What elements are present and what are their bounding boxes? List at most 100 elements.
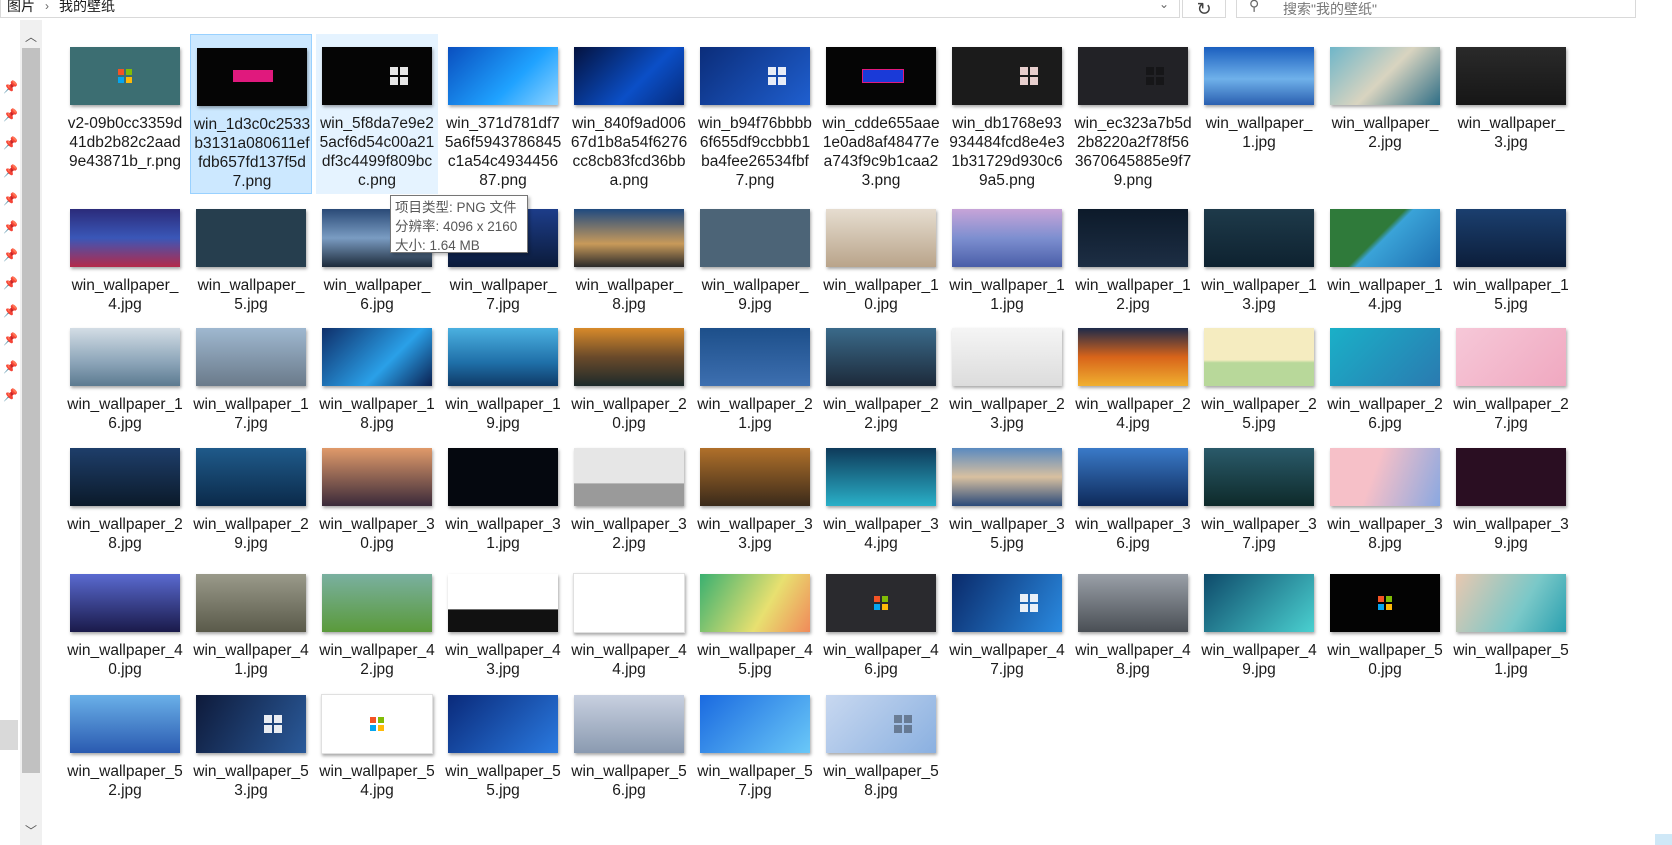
file-item[interactable]: win_wallpaper_51.jpg: [1450, 561, 1572, 679]
breadcrumb-item-pictures[interactable]: 图片: [7, 0, 35, 13]
file-name: win_wallpaper_58.jpg: [823, 763, 939, 799]
file-item[interactable]: win_wallpaper_14.jpg: [1324, 196, 1446, 314]
scroll-down-icon[interactable]: ﹀: [20, 820, 42, 842]
file-item[interactable]: win_wallpaper_49.jpg: [1198, 561, 1320, 679]
file-item[interactable]: win_wallpaper_57.jpg: [694, 682, 816, 800]
file-item[interactable]: win_wallpaper_43.jpg: [442, 561, 564, 679]
file-item[interactable]: win_wallpaper_56.jpg: [568, 682, 690, 800]
file-item[interactable]: win_wallpaper_1.jpg: [1198, 34, 1320, 194]
file-item[interactable]: win_wallpaper_10.jpg: [820, 196, 942, 314]
file-item[interactable]: win_wallpaper_18.jpg: [316, 315, 438, 433]
breadcrumb-item-wallpapers[interactable]: 我的壁纸: [59, 0, 115, 13]
file-item[interactable]: win_wallpaper_11.jpg: [946, 196, 1068, 314]
file-item[interactable]: win_wallpaper_40.jpg: [64, 561, 186, 679]
file-thumbnail: [574, 448, 684, 506]
nav-selected-item[interactable]: [0, 720, 18, 750]
file-item[interactable]: win_wallpaper_21.jpg: [694, 315, 816, 433]
address-bar[interactable]: 图片 › 我的壁纸 ⌄: [0, 0, 1180, 18]
file-item[interactable]: win_wallpaper_47.jpg: [946, 561, 1068, 679]
file-item[interactable]: win_wallpaper_23.jpg: [946, 315, 1068, 433]
nav-scrollbar[interactable]: ︿ ﹀: [20, 20, 42, 845]
file-item[interactable]: win_wallpaper_17.jpg: [190, 315, 312, 433]
file-item[interactable]: win_wallpaper_52.jpg: [64, 682, 186, 800]
file-item[interactable]: win_wallpaper_3.jpg: [1450, 34, 1572, 194]
file-name: win_wallpaper_57.jpg: [697, 763, 813, 799]
file-item[interactable]: win_wallpaper_33.jpg: [694, 435, 816, 553]
refresh-button[interactable]: ↻: [1182, 0, 1226, 19]
file-name: win_wallpaper_29.jpg: [193, 516, 309, 552]
file-item[interactable]: win_wallpaper_48.jpg: [1072, 561, 1194, 679]
file-item[interactable]: win_wallpaper_31.jpg: [442, 435, 564, 553]
file-item[interactable]: win_wallpaper_5.jpg: [190, 196, 312, 314]
file-item[interactable]: win_wallpaper_19.jpg: [442, 315, 564, 433]
file-item[interactable]: win_wallpaper_4.jpg: [64, 196, 186, 314]
file-name: win_wallpaper_19.jpg: [445, 396, 561, 432]
file-item[interactable]: win_wallpaper_37.jpg: [1198, 435, 1320, 553]
file-item[interactable]: win_wallpaper_13.jpg: [1198, 196, 1320, 314]
file-item[interactable]: win_wallpaper_22.jpg: [820, 315, 942, 433]
file-item[interactable]: win_wallpaper_35.jpg: [946, 435, 1068, 553]
file-thumbnail-wrapper: [1324, 567, 1446, 639]
file-item[interactable]: win_wallpaper_26.jpg: [1324, 315, 1446, 433]
file-item[interactable]: win_db1768e93934484fcd8e4e31b31729d930c6…: [946, 34, 1068, 194]
file-name: win_wallpaper_3.jpg: [1457, 115, 1565, 151]
file-item[interactable]: win_wallpaper_20.jpg: [568, 315, 690, 433]
file-item[interactable]: win_wallpaper_30.jpg: [316, 435, 438, 553]
file-thumbnail-wrapper: [1198, 567, 1320, 639]
file-item[interactable]: win_wallpaper_38.jpg: [1324, 435, 1446, 553]
file-item[interactable]: win_wallpaper_54.jpg: [316, 682, 438, 800]
file-item[interactable]: win_wallpaper_25.jpg: [1198, 315, 1320, 433]
file-item[interactable]: win_wallpaper_28.jpg: [64, 435, 186, 553]
file-item[interactable]: win_wallpaper_58.jpg: [820, 682, 942, 800]
file-thumbnail: [70, 209, 180, 267]
toolbar: 图片 › 我的壁纸 ⌄ ↻ ⚲ 搜索"我的壁纸": [0, 0, 1672, 19]
file-item[interactable]: win_wallpaper_36.jpg: [1072, 435, 1194, 553]
file-item[interactable]: win_wallpaper_8.jpg: [568, 196, 690, 314]
file-item[interactable]: win_wallpaper_53.jpg: [190, 682, 312, 800]
file-item[interactable]: win_wallpaper_15.jpg: [1450, 196, 1572, 314]
file-item[interactable]: win_ec323a7b5d2b8220a2f78f563670645885e9…: [1072, 34, 1194, 194]
file-item[interactable]: win_wallpaper_2.jpg: [1324, 34, 1446, 194]
file-item[interactable]: v2-09b0cc3359d41db2b82c2aad9e43871b_r.pn…: [64, 34, 186, 194]
file-thumbnail: [700, 695, 810, 753]
file-item[interactable]: win_wallpaper_42.jpg: [316, 561, 438, 679]
resize-grip[interactable]: [1655, 834, 1672, 845]
file-item[interactable]: win_wallpaper_9.jpg: [694, 196, 816, 314]
chevron-right-icon: ›: [45, 0, 49, 13]
file-item[interactable]: win_b94f76bbbb6f655df9ccbbb1ba4fee26534f…: [694, 34, 816, 194]
scroll-up-icon[interactable]: ︿: [20, 26, 42, 48]
search-input[interactable]: ⚲ 搜索"我的壁纸": [1236, 0, 1636, 18]
file-thumbnail: [70, 695, 180, 753]
file-thumbnail: [700, 574, 810, 632]
scrollbar-thumb[interactable]: [22, 48, 40, 773]
file-thumbnail-wrapper: [946, 40, 1068, 112]
file-name: win_wallpaper_55.jpg: [445, 763, 561, 799]
file-item[interactable]: win_wallpaper_27.jpg: [1450, 315, 1572, 433]
file-thumbnail-wrapper: [442, 40, 564, 112]
file-item[interactable]: win_wallpaper_45.jpg: [694, 561, 816, 679]
file-item[interactable]: win_wallpaper_24.jpg: [1072, 315, 1194, 433]
file-item[interactable]: win_wallpaper_55.jpg: [442, 682, 564, 800]
file-item[interactable]: win_cdde655aae1e0ad8af48477ea743f9c9b1ca…: [820, 34, 942, 194]
file-name: win_wallpaper_27.jpg: [1453, 396, 1569, 432]
file-item[interactable]: win_wallpaper_41.jpg: [190, 561, 312, 679]
file-item[interactable]: win_wallpaper_32.jpg: [568, 435, 690, 553]
file-thumbnail-wrapper: [1072, 40, 1194, 112]
file-item[interactable]: win_840f9ad00667d1b8a54f6276cc8cb83fcd36…: [568, 34, 690, 194]
file-item[interactable]: win_wallpaper_16.jpg: [64, 315, 186, 433]
file-item[interactable]: win_1d3c0c2533b3131a080611effdb657fd137f…: [190, 34, 312, 194]
file-item[interactable]: win_wallpaper_39.jpg: [1450, 435, 1572, 553]
pin-icon: 📌: [3, 108, 18, 122]
file-thumbnail: [826, 448, 936, 506]
chevron-down-icon[interactable]: ⌄: [1159, 0, 1169, 11]
file-item[interactable]: win_371d781df75a6f5943786845c1a54c493445…: [442, 34, 564, 194]
file-item[interactable]: win_wallpaper_34.jpg: [820, 435, 942, 553]
file-item[interactable]: win_wallpaper_50.jpg: [1324, 561, 1446, 679]
file-item[interactable]: win_wallpaper_12.jpg: [1072, 196, 1194, 314]
file-thumbnail-wrapper: [1072, 441, 1194, 513]
file-thumbnail-wrapper: [568, 40, 690, 112]
file-item[interactable]: win_wallpaper_44.jpg: [568, 561, 690, 679]
file-item[interactable]: win_wallpaper_46.jpg: [820, 561, 942, 679]
file-item[interactable]: win_5f8da7e9e25acf6d54c00a21df3c4499f809…: [316, 34, 438, 194]
file-item[interactable]: win_wallpaper_29.jpg: [190, 435, 312, 553]
